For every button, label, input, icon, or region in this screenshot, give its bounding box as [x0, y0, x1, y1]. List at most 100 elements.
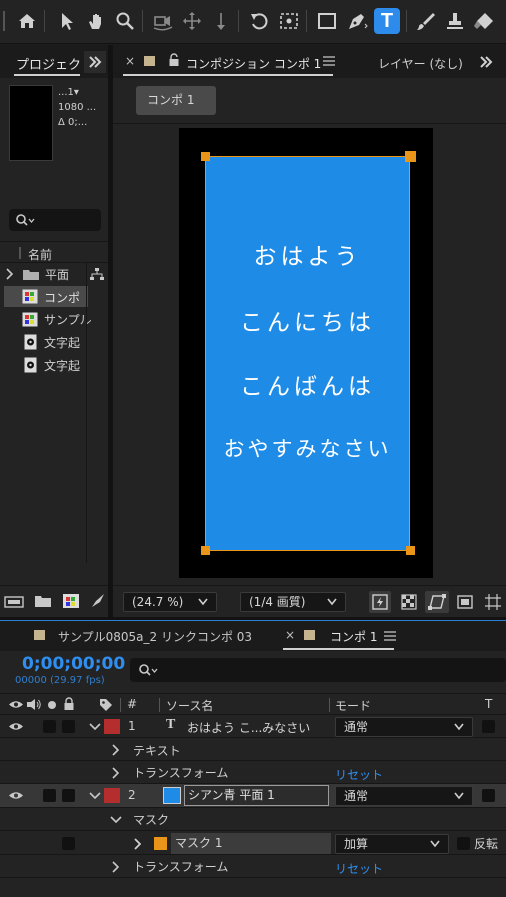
- visibility-eye-icon[interactable]: [8, 721, 24, 732]
- timeline-tab-sample[interactable]: サンプル0805a_2 リンクコンポ 03: [58, 628, 252, 645]
- timeline-search-input[interactable]: [130, 658, 506, 682]
- lock-toggle[interactable]: [62, 720, 75, 733]
- project-footer: [0, 585, 108, 615]
- mask-row[interactable]: マスク 1 加算 反転: [0, 831, 506, 855]
- layer-name-field[interactable]: シアン青 平面 1: [184, 785, 329, 806]
- mask-vertex-handle[interactable]: [201, 152, 210, 161]
- blend-mode-dropdown[interactable]: 通常: [335, 717, 473, 737]
- list-item[interactable]: 文字起: [0, 354, 108, 376]
- invert-label: 反転: [474, 837, 499, 851]
- type-icon[interactable]: T: [374, 8, 400, 34]
- blend-mode-dropdown[interactable]: 通常: [335, 786, 473, 806]
- name-column-header[interactable]: 名前: [28, 246, 52, 263]
- rotate-icon[interactable]: [247, 8, 273, 34]
- eraser-icon[interactable]: [471, 8, 497, 34]
- lock-toggle[interactable]: [62, 789, 75, 802]
- zoom-icon[interactable]: [112, 8, 138, 34]
- region-of-interest-icon[interactable]: [454, 591, 476, 613]
- current-time-display[interactable]: 0;00;00;00: [22, 654, 125, 674]
- orbit-camera-icon[interactable]: [150, 8, 176, 34]
- mode-column-header[interactable]: モード: [335, 697, 371, 714]
- list-item[interactable]: サンプル: [0, 308, 108, 330]
- comp-color-swatch: [34, 630, 45, 640]
- comp-breadcrumb[interactable]: コンポ 1: [136, 86, 216, 115]
- transform-reset-link[interactable]: リセット: [335, 766, 383, 783]
- eye-icon: [9, 701, 23, 708]
- fast-preview-icon[interactable]: [369, 591, 391, 613]
- mask-name-field[interactable]: マスク 1: [171, 833, 331, 854]
- folder-icon: [23, 270, 39, 280]
- mask-lock-toggle[interactable]: [62, 837, 75, 850]
- visibility-eye-icon[interactable]: [8, 790, 24, 801]
- resolution-dropdown[interactable]: (1/4 画質): [240, 592, 346, 612]
- project-column-header: 名前: [0, 241, 108, 263]
- home-icon[interactable]: [14, 8, 40, 34]
- expand-arrow-icon: [134, 838, 141, 850]
- layer-tab[interactable]: レイヤー (なし): [378, 55, 463, 72]
- label-color-swatch[interactable]: [104, 788, 120, 803]
- transparency-grid-icon[interactable]: [398, 591, 420, 613]
- panel-overflow-icon[interactable]: [475, 51, 497, 73]
- cyan-blue-solid-layer[interactable]: おはよう こんにちは こんばんは おやすみなさい: [205, 156, 410, 551]
- layer-name[interactable]: おはよう こ...みなさい: [187, 719, 310, 736]
- label-color-swatch[interactable]: [104, 719, 120, 734]
- dolly-camera-icon[interactable]: [208, 8, 234, 34]
- property-row[interactable]: トランスフォーム リセット: [0, 761, 506, 784]
- solo-toggle[interactable]: [43, 720, 56, 733]
- mask-vertex-handle[interactable]: [201, 546, 210, 555]
- list-item-selected[interactable]: コンポ: [4, 286, 88, 307]
- rectangle-icon[interactable]: [314, 8, 340, 34]
- preserve-transparency-toggle[interactable]: [482, 720, 495, 733]
- preview-info-line: Δ 0;...: [58, 117, 88, 128]
- composition-tab[interactable]: コンポジション コンポ 1: [186, 55, 321, 72]
- chevron-down-icon: [430, 840, 440, 848]
- tab-menu-icon[interactable]: [323, 56, 335, 66]
- list-item[interactable]: 文字起: [0, 331, 108, 353]
- mask-color-swatch[interactable]: [154, 837, 167, 850]
- chevron-down-icon[interactable]: [89, 723, 101, 731]
- layer-row-selected[interactable]: 2 シアン青 平面 1 通常: [0, 784, 506, 808]
- composition-canvas[interactable]: おはよう こんにちは こんばんは おやすみなさい: [179, 128, 433, 578]
- mask-invert-checkbox[interactable]: [457, 837, 470, 850]
- solo-toggle[interactable]: [43, 789, 56, 802]
- flowchart-icon: [90, 268, 104, 280]
- project-search-input[interactable]: [9, 209, 101, 231]
- toolbar-grip[interactable]: [2, 8, 6, 34]
- mask-mode-dropdown[interactable]: 加算: [335, 834, 449, 854]
- pen-icon[interactable]: [344, 8, 370, 34]
- tab-menu-icon[interactable]: [384, 631, 396, 641]
- timeline-tab-comp1[interactable]: コンポ 1: [330, 628, 377, 645]
- source-name-column-header[interactable]: ソース名: [166, 697, 213, 714]
- panel-overflow-icon[interactable]: [84, 51, 106, 73]
- composition-panel: × コンポジション コンポ 1 レイヤー (なし) コンポ 1 おはよう こんに…: [113, 45, 506, 617]
- property-row[interactable]: トランスフォーム リセット: [0, 855, 506, 878]
- brush-icon[interactable]: [413, 8, 439, 34]
- comp-text-line: おやすみなさい: [223, 437, 392, 461]
- project-tab[interactable]: プロジェクト: [16, 54, 94, 73]
- close-tab-icon[interactable]: ×: [125, 54, 135, 68]
- lock-icon[interactable]: [168, 53, 180, 67]
- column-divider: [86, 263, 87, 563]
- layer-row[interactable]: 1 T おはよう こ...みなさい 通常: [0, 715, 506, 738]
- chevron-down-icon[interactable]: [110, 816, 122, 824]
- hand-icon[interactable]: [83, 8, 109, 34]
- pan-camera-icon[interactable]: [179, 8, 205, 34]
- property-row[interactable]: マスク: [0, 808, 506, 831]
- transform-reset-link[interactable]: リセット: [335, 860, 383, 877]
- list-item[interactable]: 平面: [0, 263, 108, 285]
- selection-icon[interactable]: [54, 8, 80, 34]
- zoom-dropdown[interactable]: (24.7 %): [123, 592, 217, 612]
- close-tab-icon[interactable]: ×: [285, 628, 295, 642]
- anchor-point-icon[interactable]: [276, 8, 302, 34]
- mask-visibility-icon[interactable]: [425, 591, 449, 613]
- mask-vertex-handle[interactable]: [406, 546, 415, 555]
- text-layer-icon: T: [166, 717, 176, 732]
- property-row[interactable]: テキスト: [0, 738, 506, 761]
- project-settings-icon: [92, 594, 104, 607]
- expand-arrow-icon: [112, 861, 119, 873]
- chevron-down-icon[interactable]: [89, 792, 101, 800]
- preserve-transparency-toggle[interactable]: [482, 789, 495, 802]
- clone-stamp-icon[interactable]: [442, 8, 468, 34]
- mask-vertex-handle[interactable]: [405, 151, 416, 162]
- grid-guides-icon[interactable]: [482, 591, 504, 613]
